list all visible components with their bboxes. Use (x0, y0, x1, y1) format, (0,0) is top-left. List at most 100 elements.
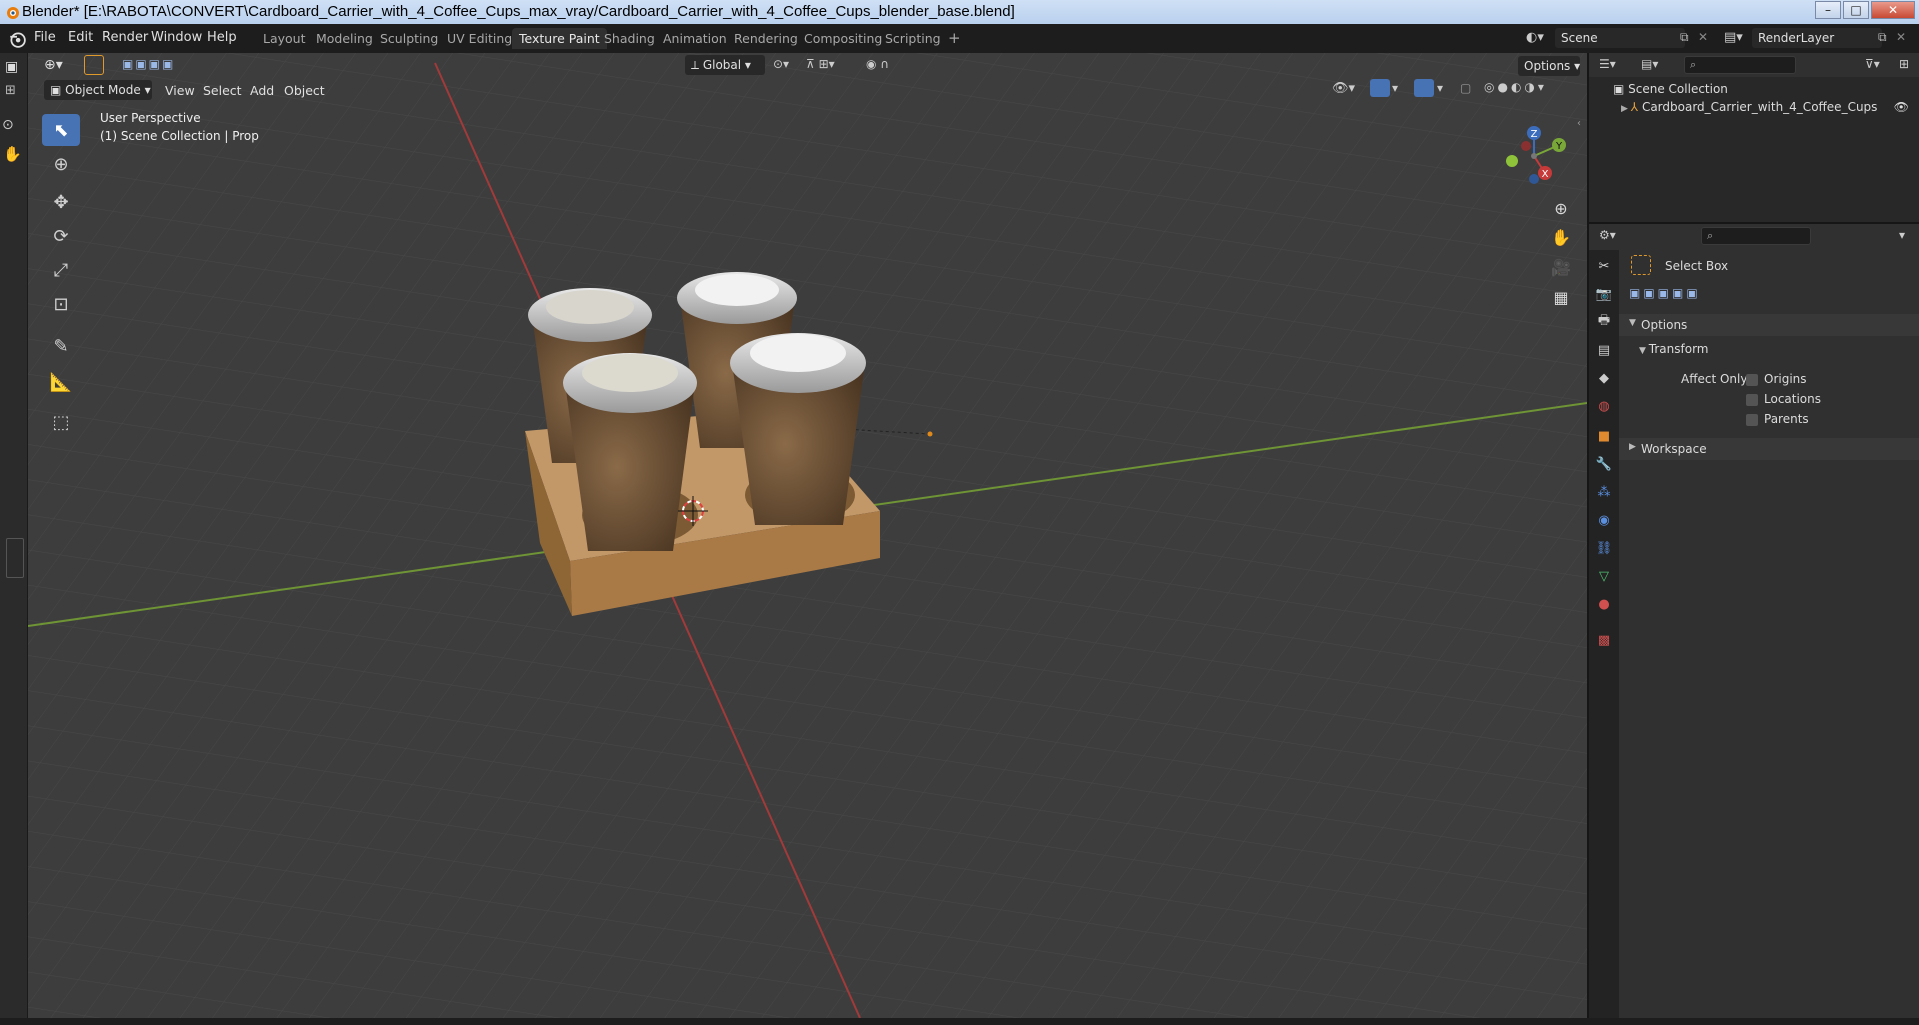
scale-tool-icon[interactable]: ⤢ (42, 254, 80, 286)
new-layer-icon[interactable]: ⧉ (1878, 30, 1887, 45)
tab-texture-paint[interactable]: Texture Paint (512, 28, 607, 49)
options-section[interactable]: ▼ Options (1619, 314, 1919, 336)
overlay-toggle-icon[interactable] (1414, 79, 1434, 97)
cursor-tool-icon[interactable]: ⊕ (42, 148, 80, 180)
properties-options-icon[interactable]: ▾ (1899, 228, 1905, 242)
constraints-tab-icon[interactable]: ⛓ (1594, 538, 1614, 558)
menu-edit[interactable]: Edit (68, 30, 93, 45)
outliner-editor-icon[interactable]: ☰▾ (1599, 57, 1616, 71)
properties-search-input[interactable]: ⌕ (1701, 227, 1811, 245)
view-layer-tab-icon[interactable]: ▤ (1594, 340, 1614, 360)
menu-select[interactable]: Select (203, 83, 242, 98)
menu-add[interactable]: Add (250, 83, 274, 98)
texture-tab-icon[interactable]: ▩ (1594, 630, 1614, 650)
checkbox-box[interactable] (1746, 393, 1758, 406)
blender-menu-icon[interactable] (8, 30, 26, 48)
navigation-gizmo[interactable]: Z Y X (1490, 113, 1570, 193)
render-layer-field[interactable]: RenderLayer (1752, 28, 1882, 48)
scene-tab-icon[interactable]: ◆ (1594, 368, 1614, 388)
material-tab-icon[interactable]: ● (1594, 594, 1614, 614)
expand-arrow-icon[interactable]: ▶ (1621, 104, 1631, 114)
region-toggle[interactable] (6, 538, 24, 578)
add-cube-tool-icon[interactable]: ⬚ (42, 406, 80, 438)
tab-scripting[interactable]: Scripting (878, 28, 948, 49)
annotate-tool-icon[interactable]: ✎ (42, 330, 80, 362)
particles-tab-icon[interactable]: ⁂ (1594, 482, 1614, 502)
zoom-icon[interactable]: ⊙ (2, 117, 14, 133)
tab-animation[interactable]: Animation (656, 28, 734, 49)
close-button[interactable]: ✕ (1871, 1, 1915, 19)
3d-viewport[interactable]: Z Y X (0, 53, 1587, 1018)
workspace-section[interactable]: ▶ Workspace (1619, 438, 1919, 460)
scene-name-field[interactable]: Scene (1555, 28, 1685, 48)
transform-orientation-dropdown[interactable]: ⟂ Global ▾ (685, 55, 765, 75)
tab-rendering[interactable]: Rendering (727, 28, 805, 49)
snap-icon[interactable]: ⊼ ⊞▾ (806, 57, 835, 71)
display-mode-icon[interactable]: ▤▾ (1641, 57, 1658, 71)
menu-window[interactable]: Window (151, 30, 202, 45)
checkbox-box[interactable] (1746, 413, 1758, 426)
new-collection-icon[interactable]: ⊞ (1899, 57, 1909, 71)
viewport-scene[interactable] (0, 53, 1587, 1018)
origins-checkbox[interactable]: Origins (1746, 372, 1807, 386)
mode-dropdown[interactable]: ▣ Object Mode ▾ (44, 80, 152, 100)
modifier-tab-icon[interactable]: 🔧 (1594, 454, 1614, 474)
menu-view[interactable]: View (165, 83, 195, 98)
locations-checkbox[interactable]: Locations (1746, 392, 1821, 406)
remove-layer-icon[interactable]: ✕ (1896, 30, 1906, 44)
menu-render[interactable]: Render (102, 30, 148, 45)
selection-mode-icons[interactable]: ▣▣▣▣ (122, 57, 175, 71)
outliner-search-input[interactable]: ⌕ (1684, 56, 1796, 74)
tab-modeling[interactable]: Modeling (309, 28, 380, 49)
xray-icon[interactable]: ▢ (1460, 81, 1471, 95)
transform-tool-icon[interactable]: ⊡ (42, 288, 80, 320)
view-layer-icon[interactable]: ▤▾ (1724, 30, 1743, 45)
tab-uv-editing[interactable]: UV Editing (440, 28, 519, 49)
sidebar-toggle-icon[interactable]: ‹ (1577, 118, 1581, 129)
hand-pan-icon[interactable]: ✋ (3, 145, 22, 163)
object-tab-icon[interactable]: ■ (1594, 426, 1614, 446)
data-tab-icon[interactable]: ▽ (1594, 566, 1614, 586)
outliner-scene-collection[interactable]: ▣ Scene Collection (1613, 82, 1728, 96)
transform-subsection[interactable]: ▼ Transform (1639, 342, 1709, 356)
menu-file[interactable]: File (34, 30, 56, 45)
menu-help[interactable]: Help (207, 30, 237, 45)
outliner-item[interactable]: ▶ ⅄ Cardboard_Carrier_with_4_Coffee_Cups… (1621, 100, 1911, 114)
physics-tab-icon[interactable]: ◉ (1594, 510, 1614, 530)
filter-icon[interactable]: ⊽▾ (1865, 57, 1880, 71)
tab-shading[interactable]: Shading (597, 28, 662, 49)
gizmo-dropdown-icon[interactable]: ▾ (1392, 81, 1398, 95)
minimize-button[interactable]: – (1815, 1, 1841, 19)
tab-sculpting[interactable]: Sculpting (373, 28, 445, 49)
select-box-tool-icon[interactable]: ⬉ (42, 114, 80, 146)
zoom-view-icon[interactable]: ⊕ (1548, 195, 1574, 221)
shading-mode-icons[interactable]: ◎●◐◑▾ (1484, 80, 1547, 94)
maximize-button[interactable]: □ (1843, 1, 1869, 19)
add-workspace-icon[interactable]: + (942, 28, 967, 49)
ortho-toggle-icon[interactable]: ▦ (1548, 284, 1574, 310)
pivot-icon[interactable]: ⊙▾ (773, 57, 789, 71)
move-tool-icon[interactable]: ✥ (42, 186, 80, 218)
tab-compositing[interactable]: Compositing (797, 28, 889, 49)
new-scene-icon[interactable]: ⧉ (1680, 30, 1689, 45)
world-tab-icon[interactable]: ◍ (1594, 396, 1614, 416)
camera-view-icon[interactable]: 🎥 (1548, 254, 1574, 280)
pan-view-icon[interactable]: ✋ (1548, 224, 1574, 250)
measure-tool-icon[interactable]: 📐 (42, 366, 80, 398)
output-tab-icon[interactable]: 🖶 (1594, 312, 1614, 332)
options-dropdown[interactable]: Options ▾ (1518, 56, 1580, 76)
visibility-icon[interactable]: 👁▾ (1332, 81, 1355, 96)
remove-scene-icon[interactable]: ✕ (1698, 30, 1708, 44)
tab-layout[interactable]: Layout (256, 28, 313, 49)
tool-tab-icon[interactable]: ✂ (1594, 256, 1614, 276)
parents-checkbox[interactable]: Parents (1746, 412, 1809, 426)
proportional-edit-icon[interactable]: ◉ ∩ (866, 57, 889, 71)
overlay-dropdown-icon[interactable]: ▾ (1437, 81, 1443, 95)
rotate-tool-icon[interactable]: ⟳ (42, 220, 80, 252)
properties-editor-icon[interactable]: ⚙▾ (1599, 228, 1616, 242)
select-mode-buttons[interactable]: ▣▣▣▣▣ (1629, 286, 1701, 300)
render-tab-icon[interactable]: 📷 (1594, 284, 1614, 304)
gizmo-toggle-icon[interactable] (1370, 79, 1390, 97)
eye-visibility-icon[interactable]: 👁 (1894, 100, 1909, 114)
scene-selector-icon[interactable]: ◐▾ (1526, 30, 1544, 45)
